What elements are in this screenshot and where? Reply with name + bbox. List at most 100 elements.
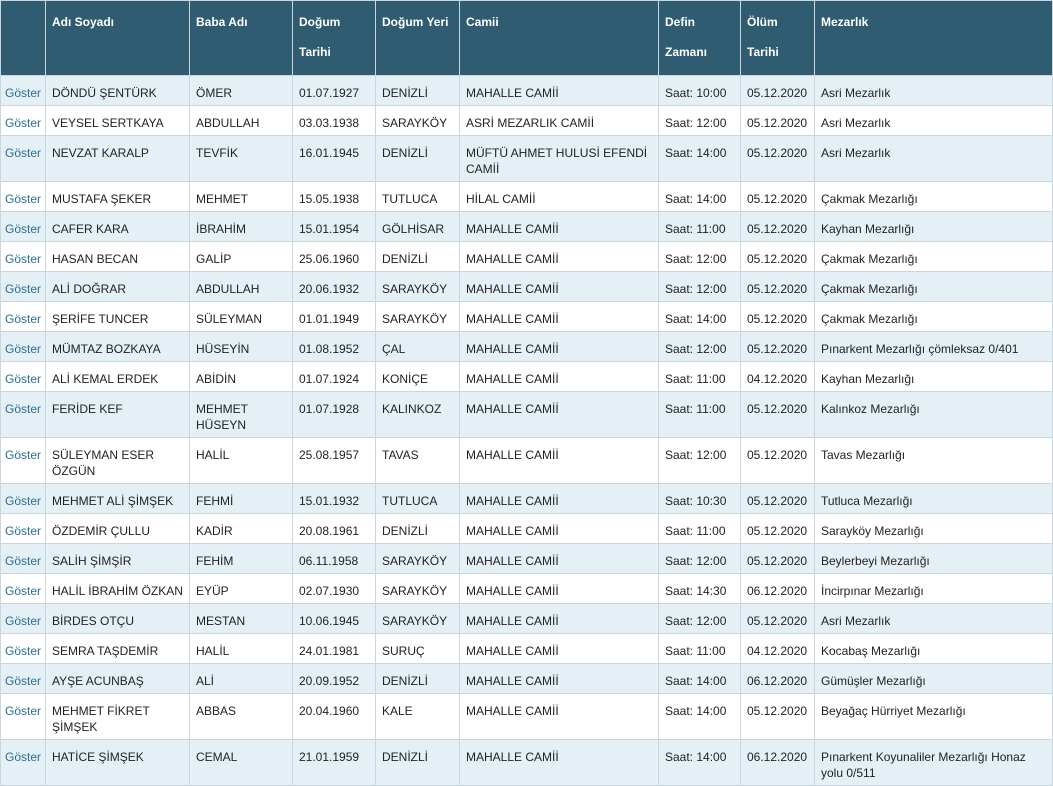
show-link[interactable]: Göster <box>5 584 41 598</box>
cell-burial-time: Saat: 12:00 <box>658 241 741 272</box>
header-label-line2: Zamanı <box>665 45 708 59</box>
cell-birth-place: TUTLUCA <box>375 483 460 514</box>
show-link[interactable]: Göster <box>5 524 41 538</box>
cell-cemetery: Çakmak Mezarlığı <box>814 241 1053 272</box>
show-link[interactable]: Göster <box>5 282 41 296</box>
show-link[interactable]: Göster <box>5 252 41 266</box>
cell-father-name: SÜLEYMAN <box>189 301 293 332</box>
cell-father-name: İBRAHİM <box>189 211 293 242</box>
show-link[interactable]: Göster <box>5 342 41 356</box>
show-link[interactable]: Göster <box>5 402 41 416</box>
cell-birth-date: 01.07.1924 <box>292 361 376 392</box>
cell-death-date: 05.12.2020 <box>740 603 815 634</box>
cell-action: Göster <box>0 75 46 106</box>
cell-mosque: ASRİ MEZARLIK CAMİİ <box>459 105 659 136</box>
table-row: Göster SEMRA TAŞDEMİR HALİL 24.01.1981 SURUÇ… <box>0 633 1053 664</box>
cell-cemetery: Asri Mezarlık <box>814 105 1053 136</box>
cell-birth-date: 06.11.1958 <box>292 543 376 574</box>
funeral-table: Adı Soyadı Baba Adı Doğum Tarihi Doğum Yeri C… <box>0 0 1053 786</box>
show-link[interactable]: Göster <box>5 86 41 100</box>
cell-action: Göster <box>0 513 46 544</box>
cell-name: ÖZDEMİR ÇULLU <box>45 513 190 544</box>
cell-burial-time: Saat: 14:00 <box>658 301 741 332</box>
cell-father-name: HÜSEYİN <box>189 331 293 362</box>
table-row: Göster MEHMET ALİ ŞİMŞEK FEHMİ 15.01.1932 TU… <box>0 483 1053 514</box>
cell-cemetery: Çakmak Mezarlığı <box>814 301 1053 332</box>
show-link[interactable]: Göster <box>5 554 41 568</box>
table-row: Göster NEVZAT KARALP TEVFİK 16.01.1945 DENİZ… <box>0 135 1053 182</box>
cell-mosque: MAHALLE CAMİİ <box>459 483 659 514</box>
cell-action: Göster <box>0 181 46 212</box>
show-link[interactable]: Göster <box>5 116 41 130</box>
cell-death-date: 05.12.2020 <box>740 693 815 740</box>
header-label <box>7 15 39 30</box>
header-label: Doğum <box>299 15 341 29</box>
cell-death-date: 05.12.2020 <box>740 483 815 514</box>
cell-father-name: ABBAS <box>189 693 293 740</box>
table-row: Göster HATİCE ŞİMŞEK CEMAL 21.01.1959 DENİZL… <box>0 739 1053 786</box>
cell-father-name: ÖMER <box>189 75 293 106</box>
table-row: Göster ŞERİFE TUNCER SÜLEYMAN 01.01.1949 SAR… <box>0 301 1053 332</box>
show-link[interactable]: Göster <box>5 674 41 688</box>
cell-birth-place: SARAYKÖY <box>375 543 460 574</box>
cell-name: SÜLEYMAN ESER ÖZGÜN <box>45 437 190 484</box>
header-label-line2 <box>52 45 183 60</box>
cell-birth-place: TUTLUCA <box>375 181 460 212</box>
cell-mosque: MÜFTÜ AHMET HULUSİ EFENDİ CAMİİ <box>459 135 659 182</box>
show-link[interactable]: Göster <box>5 146 41 160</box>
cell-cemetery: Beyağaç Hürriyet Mezarlığı <box>814 693 1053 740</box>
cell-cemetery: Çakmak Mezarlığı <box>814 181 1053 212</box>
cell-death-date: 05.12.2020 <box>740 437 815 484</box>
cell-father-name: MEHMET HÜSEYN <box>189 391 293 438</box>
cell-burial-time: Saat: 10:30 <box>658 483 741 514</box>
show-link[interactable]: Göster <box>5 448 41 462</box>
show-link[interactable]: Göster <box>5 372 41 386</box>
header-label: Mezarlık <box>821 15 869 29</box>
show-link[interactable]: Göster <box>5 644 41 658</box>
cell-father-name: MEHMET <box>189 181 293 212</box>
cell-birth-date: 01.01.1949 <box>292 301 376 332</box>
cell-name: HASAN BECAN <box>45 241 190 272</box>
cell-death-date: 05.12.2020 <box>740 135 815 182</box>
cell-name: MÜMTAZ BOZKAYA <box>45 331 190 362</box>
cell-death-date: 04.12.2020 <box>740 361 815 392</box>
cell-father-name: HALİL <box>189 437 293 484</box>
header-name: Adı Soyadı <box>45 0 190 76</box>
cell-birth-date: 25.08.1957 <box>292 437 376 484</box>
cell-birth-date: 21.01.1959 <box>292 739 376 786</box>
cell-mosque: MAHALLE CAMİİ <box>459 633 659 664</box>
cell-name: ALİ DOĞRAR <box>45 271 190 302</box>
cell-birth-date: 16.01.1945 <box>292 135 376 182</box>
cell-burial-time: Saat: 12:00 <box>658 271 741 302</box>
cell-cemetery: Tavas Mezarlığı <box>814 437 1053 484</box>
cell-mosque: HİLAL CAMİİ <box>459 181 659 212</box>
cell-birth-date: 15.01.1932 <box>292 483 376 514</box>
cell-mosque: MAHALLE CAMİİ <box>459 573 659 604</box>
show-link[interactable]: Göster <box>5 312 41 326</box>
cell-cemetery: Kayhan Mezarlığı <box>814 361 1053 392</box>
header-label-line2 <box>382 45 453 60</box>
show-link[interactable]: Göster <box>5 192 41 206</box>
show-link[interactable]: Göster <box>5 704 41 718</box>
header-label: Baba Adı <box>196 15 248 29</box>
cell-father-name: CEMAL <box>189 739 293 786</box>
show-link[interactable]: Göster <box>5 222 41 236</box>
cell-name: ALİ KEMAL ERDEK <box>45 361 190 392</box>
table-row: Göster ALİ KEMAL ERDEK ABİDİN 01.07.1924 KON… <box>0 361 1053 392</box>
cell-birth-date: 02.07.1930 <box>292 573 376 604</box>
cell-mosque: MAHALLE CAMİİ <box>459 739 659 786</box>
cell-action: Göster <box>0 603 46 634</box>
header-label-line2 <box>7 30 39 45</box>
cell-mosque: MAHALLE CAMİİ <box>459 663 659 694</box>
cell-birth-place: SARAYKÖY <box>375 603 460 634</box>
cell-birth-place: KALE <box>375 693 460 740</box>
cell-birth-place: SARAYKÖY <box>375 271 460 302</box>
table-row: Göster ALİ DOĞRAR ABDULLAH 20.06.1932 SARAYK… <box>0 271 1053 302</box>
show-link[interactable]: Göster <box>5 614 41 628</box>
cell-death-date: 04.12.2020 <box>740 633 815 664</box>
show-link[interactable]: Göster <box>5 494 41 508</box>
table-row: Göster MUSTAFA ŞEKER MEHMET 15.05.1938 TUTLU… <box>0 181 1053 212</box>
show-link[interactable]: Göster <box>5 750 41 764</box>
table-row: Göster HASAN BECAN GALİP 25.06.1960 DENİZLİ M… <box>0 241 1053 272</box>
cell-father-name: EYÜP <box>189 573 293 604</box>
